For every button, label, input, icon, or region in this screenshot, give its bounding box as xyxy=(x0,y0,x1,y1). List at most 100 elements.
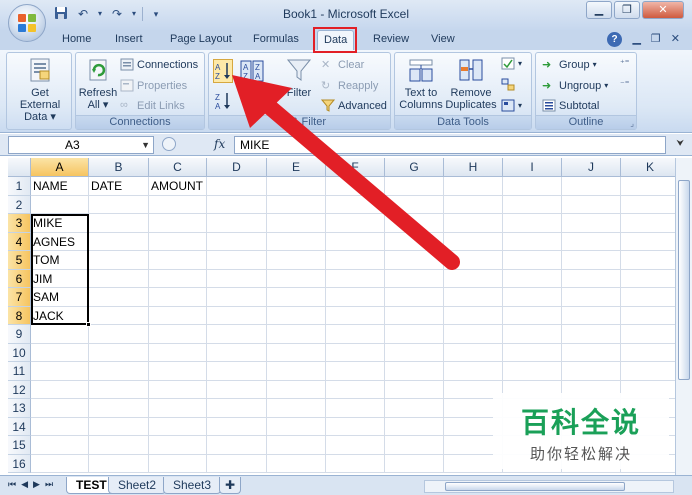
cell-g12[interactable] xyxy=(385,380,444,399)
row-header-15[interactable]: 15 xyxy=(8,436,31,455)
cell-d7[interactable] xyxy=(207,288,267,307)
cell-j5[interactable] xyxy=(562,251,621,270)
reapply-button[interactable]: ↻ Reapply xyxy=(321,79,378,93)
column-header-k[interactable]: K xyxy=(621,158,680,177)
cell-e3[interactable] xyxy=(267,214,326,233)
cell-f13[interactable] xyxy=(326,399,385,418)
cell-d11[interactable] xyxy=(207,362,267,381)
cell-g10[interactable] xyxy=(385,343,444,362)
cell-c13[interactable] xyxy=(149,399,207,418)
advanced-filter-button[interactable]: Advanced xyxy=(320,99,387,112)
remove-duplicates-button[interactable]: Remove Duplicates xyxy=(445,57,497,111)
filter-button[interactable]: Filter xyxy=(279,57,319,99)
cell-f2[interactable] xyxy=(326,195,385,214)
cell-b11[interactable] xyxy=(89,362,149,381)
cell-e12[interactable] xyxy=(267,380,326,399)
cell-f16[interactable] xyxy=(326,454,385,473)
cell-j1[interactable] xyxy=(562,177,621,196)
cell-b15[interactable] xyxy=(89,436,149,455)
sort-z-to-a-button[interactable]: ZA xyxy=(213,89,233,113)
prev-sheet-icon[interactable]: ◀ xyxy=(21,479,28,490)
cell-k5[interactable] xyxy=(621,251,680,270)
cell-g3[interactable] xyxy=(385,214,444,233)
name-box[interactable]: A3 ▼ xyxy=(8,136,154,154)
fill-handle[interactable] xyxy=(86,322,91,327)
cell-d9[interactable] xyxy=(207,325,267,344)
cell-d14[interactable] xyxy=(207,417,267,436)
cell-e8[interactable] xyxy=(267,306,326,325)
cell-k2[interactable] xyxy=(621,195,680,214)
column-header-a[interactable]: A xyxy=(31,158,89,177)
cell-b13[interactable] xyxy=(89,399,149,418)
connections-button[interactable]: Connections xyxy=(120,58,198,71)
data-validation-button[interactable]: ▾ xyxy=(501,57,522,70)
workbook-minimize-icon[interactable]: ▁ xyxy=(632,32,640,45)
last-sheet-icon[interactable]: ⏭ xyxy=(45,479,53,490)
help-icon[interactable]: ? xyxy=(607,32,622,47)
cell-d10[interactable] xyxy=(207,343,267,362)
cell-g5[interactable] xyxy=(385,251,444,270)
sheet-tab-sheet2[interactable]: Sheet2 xyxy=(108,477,167,494)
cell-a11[interactable] xyxy=(31,362,89,381)
cell-a6[interactable]: JIM xyxy=(31,269,89,288)
cell-j3[interactable] xyxy=(562,214,621,233)
cell-f10[interactable] xyxy=(326,343,385,362)
cell-i6[interactable] xyxy=(503,269,562,288)
cell-f1[interactable] xyxy=(326,177,385,196)
select-all-corner[interactable] xyxy=(8,158,31,177)
cell-f8[interactable] xyxy=(326,306,385,325)
sort-a-to-z-button[interactable]: AZ xyxy=(213,59,233,83)
row-header-2[interactable]: 2 xyxy=(8,195,31,214)
cell-e5[interactable] xyxy=(267,251,326,270)
expand-formula-bar-icon[interactable]: ⮟ xyxy=(676,138,684,149)
cell-h3[interactable] xyxy=(444,214,503,233)
cell-i7[interactable] xyxy=(503,288,562,307)
cell-b7[interactable] xyxy=(89,288,149,307)
row-header-9[interactable]: 9 xyxy=(8,325,31,344)
clear-filter-button[interactable]: ✕ Clear xyxy=(321,58,364,72)
cell-g6[interactable] xyxy=(385,269,444,288)
cell-d5[interactable] xyxy=(207,251,267,270)
cell-a12[interactable] xyxy=(31,380,89,399)
row-header-4[interactable]: 4 xyxy=(8,232,31,251)
column-header-j[interactable]: J xyxy=(562,158,621,177)
cell-g16[interactable] xyxy=(385,454,444,473)
cell-d8[interactable] xyxy=(207,306,267,325)
first-sheet-icon[interactable]: ⏮ xyxy=(8,479,16,490)
cell-c8[interactable] xyxy=(149,306,207,325)
cell-i3[interactable] xyxy=(503,214,562,233)
cell-b10[interactable] xyxy=(89,343,149,362)
cell-e11[interactable] xyxy=(267,362,326,381)
cell-b1[interactable]: DATE xyxy=(89,177,149,196)
cell-d2[interactable] xyxy=(207,195,267,214)
close-icon[interactable]: ✕ xyxy=(642,1,684,19)
edit-links-button[interactable]: ∞ Edit Links xyxy=(120,99,185,112)
cell-e1[interactable] xyxy=(267,177,326,196)
cell-h6[interactable] xyxy=(444,269,503,288)
row-header-14[interactable]: 14 xyxy=(8,417,31,436)
column-header-b[interactable]: B xyxy=(89,158,149,177)
cell-c10[interactable] xyxy=(149,343,207,362)
cell-e6[interactable] xyxy=(267,269,326,288)
cell-i11[interactable] xyxy=(503,362,562,381)
tab-review[interactable]: Review xyxy=(373,33,409,45)
cell-a15[interactable] xyxy=(31,436,89,455)
cell-b5[interactable] xyxy=(89,251,149,270)
cell-a3[interactable]: MIKE xyxy=(31,214,89,233)
cell-b3[interactable] xyxy=(89,214,149,233)
cell-f12[interactable] xyxy=(326,380,385,399)
cell-e16[interactable] xyxy=(267,454,326,473)
cell-d13[interactable] xyxy=(207,399,267,418)
cell-e7[interactable] xyxy=(267,288,326,307)
column-header-i[interactable]: I xyxy=(503,158,562,177)
consolidate-button[interactable] xyxy=(501,78,515,91)
cell-f4[interactable] xyxy=(326,232,385,251)
cell-i10[interactable] xyxy=(503,343,562,362)
properties-button[interactable]: Properties xyxy=(120,79,187,92)
cell-f9[interactable] xyxy=(326,325,385,344)
tab-insert[interactable]: Insert xyxy=(115,33,143,45)
cell-c1[interactable]: AMOUNT xyxy=(149,177,207,196)
cell-e13[interactable] xyxy=(267,399,326,418)
get-external-data-button[interactable]: Get External Data ▾ xyxy=(11,57,69,123)
cell-b2[interactable] xyxy=(89,195,149,214)
